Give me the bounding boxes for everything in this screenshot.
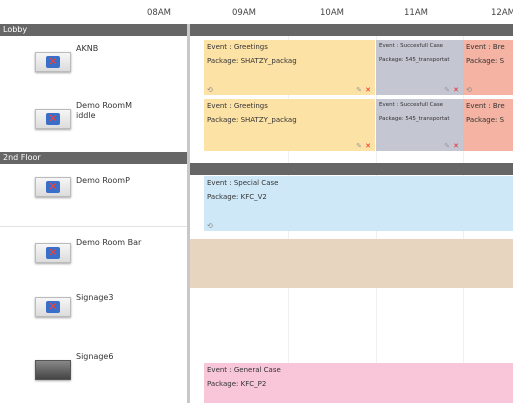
time-label: 11AM bbox=[404, 8, 428, 18]
room-name: Demo RoomM iddle bbox=[76, 101, 132, 120]
event-package: Package: 545_transportat bbox=[379, 57, 450, 63]
event-package: Package: SHATZY_packag bbox=[207, 116, 297, 124]
pencil-icon[interactable]: ✎ bbox=[356, 142, 362, 150]
event-card[interactable]: Event : Bre Package: S ⟲ bbox=[463, 40, 513, 95]
event-title: Event : Greetings bbox=[207, 102, 268, 110]
event-package: Package: S bbox=[466, 116, 505, 124]
event-title: Event : Special Case bbox=[207, 179, 279, 187]
room-row-demo-room-bar[interactable]: ✕ Demo Room Bar bbox=[0, 230, 190, 284]
time-label: 12AM bbox=[491, 8, 513, 18]
room-name: Demo RoomP bbox=[76, 176, 130, 185]
time-label: 09AM bbox=[232, 8, 256, 18]
repeat-icon: ⟲ bbox=[466, 86, 472, 94]
event-package: Package: SHATZY_packag bbox=[207, 57, 297, 65]
close-icon[interactable]: ✕ bbox=[365, 86, 371, 94]
event-package: Package: KFC_P2 bbox=[207, 380, 267, 388]
display-thumbnail bbox=[35, 360, 71, 380]
event-card[interactable]: Event : Succesfull Case Package: 545_tra… bbox=[376, 99, 463, 151]
room-row-signage6[interactable]: Signage6 bbox=[0, 346, 190, 403]
close-icon[interactable]: ✕ bbox=[453, 86, 459, 94]
broken-image-icon: ✕ bbox=[35, 52, 71, 72]
time-label: 08AM bbox=[147, 8, 171, 18]
repeat-icon: ⟲ bbox=[207, 86, 213, 94]
room-name: AKNB bbox=[76, 44, 99, 53]
event-card[interactable]: Event : Greetings Package: SHATZY_packag… bbox=[204, 40, 375, 95]
event-title: Event : Bre bbox=[466, 102, 505, 110]
broken-image-icon: ✕ bbox=[35, 243, 71, 263]
event-card[interactable]: Event : Greetings Package: SHATZY_packag… bbox=[204, 99, 375, 151]
row-separator bbox=[0, 226, 190, 227]
repeat-icon: ⟲ bbox=[207, 222, 213, 230]
column-divider bbox=[187, 24, 190, 403]
broken-image-icon: ✕ bbox=[35, 177, 71, 197]
event-package: Package: S bbox=[466, 57, 505, 65]
event-title: Event : General Case bbox=[207, 366, 281, 374]
group-row-bar bbox=[190, 163, 513, 175]
group-header-2nd-floor[interactable]: 2nd Floor bbox=[0, 152, 190, 164]
event-title: Event : Greetings bbox=[207, 43, 268, 51]
group-header-lobby[interactable]: Lobby bbox=[0, 24, 190, 36]
close-icon[interactable]: ✕ bbox=[365, 142, 371, 150]
close-icon[interactable]: ✕ bbox=[453, 142, 459, 150]
time-header: 08AM 09AM 10AM 11AM 12AM bbox=[0, 0, 513, 24]
event-card[interactable]: Event : Bre Package: S bbox=[463, 99, 513, 151]
room-row-demo-roomp[interactable]: ✕ Demo RoomP bbox=[0, 164, 190, 226]
room-row-demo-roommiddle[interactable]: ✕ Demo RoomM iddle bbox=[0, 96, 190, 152]
event-package: Package: KFC_V2 bbox=[207, 193, 267, 201]
event-card[interactable]: Event : General Case Package: KFC_P2 bbox=[204, 363, 513, 403]
event-card[interactable]: Event : Succesfull Case Package: 545_tra… bbox=[376, 40, 463, 95]
pencil-icon[interactable]: ✎ bbox=[356, 86, 362, 94]
event-package: Package: 545_transportat bbox=[379, 116, 450, 122]
event-title: Event : Succesfull Case bbox=[379, 43, 444, 49]
pencil-icon[interactable]: ✎ bbox=[444, 142, 450, 150]
room-name: Signage6 bbox=[76, 352, 114, 361]
pencil-icon[interactable]: ✎ bbox=[444, 86, 450, 94]
row-background bbox=[190, 239, 513, 288]
room-name: Demo Room Bar bbox=[76, 238, 142, 247]
event-card[interactable]: Event : Special Case Package: KFC_V2 ⟲ bbox=[204, 176, 513, 231]
event-title: Event : Succesfull Case bbox=[379, 102, 444, 108]
event-title: Event : Bre bbox=[466, 43, 505, 51]
room-row-aknb[interactable]: ✕ AKNB bbox=[0, 36, 190, 96]
broken-image-icon: ✕ bbox=[35, 109, 71, 129]
group-row-bar bbox=[190, 24, 513, 36]
room-row-signage3[interactable]: ✕ Signage3 bbox=[0, 284, 190, 346]
time-label: 10AM bbox=[320, 8, 344, 18]
room-name: Signage3 bbox=[76, 293, 114, 302]
broken-image-icon: ✕ bbox=[35, 297, 71, 317]
